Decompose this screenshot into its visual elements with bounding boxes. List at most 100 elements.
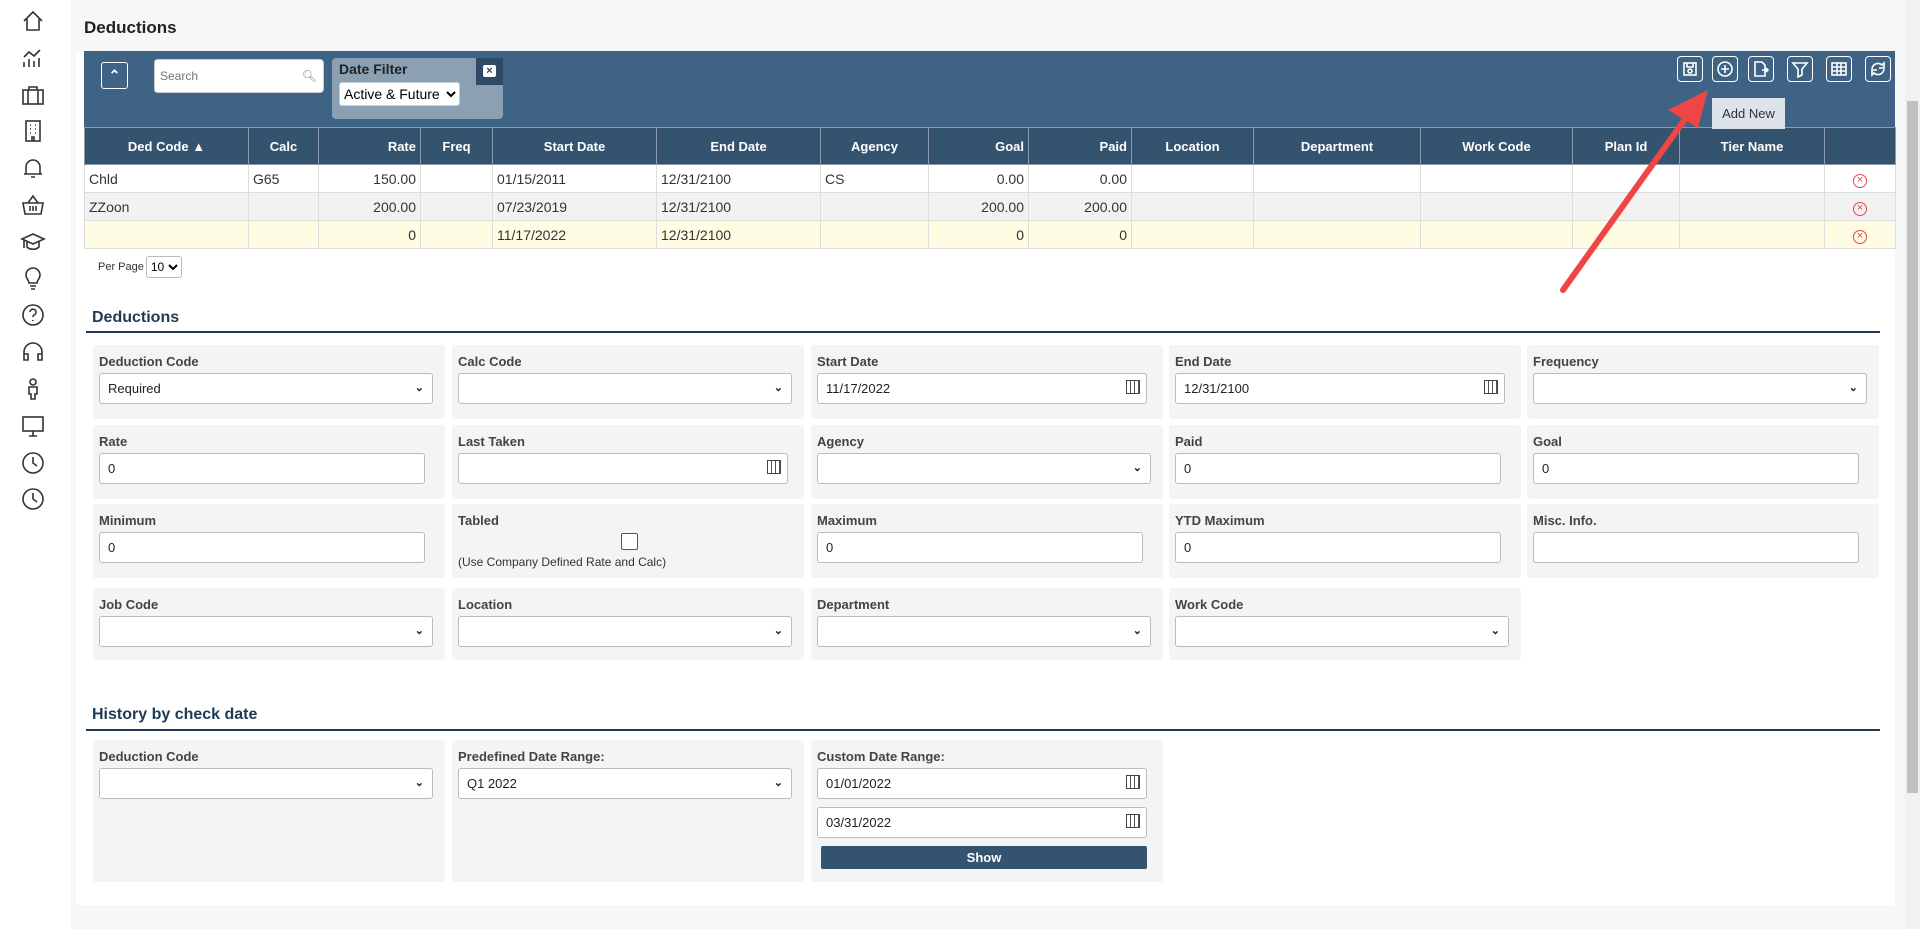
maximum-input[interactable]: 0 bbox=[817, 532, 1143, 563]
column-header[interactable]: Department bbox=[1253, 127, 1421, 165]
deductions-table: Ded Code ▲ Calc Rate Freq Start Date End Date… bbox=[84, 127, 1896, 249]
refresh-button[interactable] bbox=[1865, 56, 1891, 82]
column-header[interactable]: Goal bbox=[928, 127, 1029, 165]
search-input[interactable] bbox=[155, 60, 295, 92]
divider bbox=[86, 331, 1880, 333]
table-cell bbox=[1572, 192, 1680, 221]
column-header[interactable]: Work Code bbox=[1420, 127, 1573, 165]
paid-input[interactable]: 0 bbox=[1175, 453, 1501, 484]
show-button[interactable]: Show bbox=[821, 846, 1147, 869]
table-row[interactable]: ZZoon 200.00 07/23/2019 12/31/2100 200.00 200… bbox=[84, 192, 1896, 221]
clock-icon[interactable] bbox=[20, 486, 46, 512]
column-header[interactable]: Location bbox=[1131, 127, 1254, 165]
column-header[interactable] bbox=[1824, 127, 1896, 165]
last-taken-input[interactable] bbox=[458, 453, 788, 484]
field-label: Paid bbox=[1175, 434, 1203, 449]
calendar-icon[interactable] bbox=[1126, 380, 1140, 394]
table-cell: Chld bbox=[84, 164, 249, 193]
clock-icon[interactable] bbox=[20, 450, 46, 476]
misc-info-input[interactable] bbox=[1533, 532, 1859, 563]
column-header[interactable]: Paid bbox=[1028, 127, 1132, 165]
delete-row-button[interactable]: × bbox=[1824, 164, 1896, 193]
close-date-filter-button[interactable]: × bbox=[476, 58, 503, 85]
maximum-cell: Maximum 0 bbox=[811, 504, 1163, 578]
help-icon[interactable] bbox=[20, 302, 46, 328]
per-page-select[interactable]: 10 bbox=[145, 256, 182, 278]
deduction-code-select[interactable]: Required ⌄ bbox=[99, 373, 433, 404]
person-icon[interactable] bbox=[20, 376, 46, 402]
table-row[interactable]: Chld G65 150.00 01/15/2011 12/31/2100 CS 0.00 0… bbox=[84, 164, 1896, 193]
predefined-range-select[interactable]: Q1 2022 ⌄ bbox=[458, 768, 792, 799]
table-cell: 150.00 bbox=[318, 164, 421, 193]
briefcase-icon[interactable] bbox=[20, 82, 46, 108]
ytd-maximum-input[interactable]: 0 bbox=[1175, 532, 1501, 563]
columns-button[interactable] bbox=[1826, 56, 1852, 82]
save-icon bbox=[1683, 62, 1697, 76]
custom-from-date-input[interactable]: 01/01/2022 bbox=[817, 768, 1147, 799]
column-header[interactable]: Agency bbox=[820, 127, 929, 165]
ytd-maximum-cell: YTD Maximum 0 bbox=[1169, 504, 1521, 578]
column-header[interactable]: Start Date bbox=[492, 127, 657, 165]
chevron-down-icon: ⌄ bbox=[414, 777, 424, 789]
tabled-checkbox[interactable] bbox=[621, 533, 638, 550]
bell-icon[interactable] bbox=[20, 155, 46, 181]
calc-code-select[interactable]: ⌄ bbox=[458, 373, 792, 404]
lightbulb-icon[interactable] bbox=[20, 266, 46, 292]
collapse-button[interactable]: ⌃ bbox=[101, 62, 128, 89]
calendar-icon[interactable] bbox=[1126, 814, 1140, 828]
table-cell: 11/17/2022 bbox=[492, 220, 657, 249]
column-header[interactable]: Tier Name bbox=[1679, 127, 1825, 165]
column-header[interactable]: Rate bbox=[318, 127, 421, 165]
delete-row-button[interactable]: × bbox=[1824, 220, 1896, 249]
minimum-input[interactable]: 0 bbox=[99, 532, 425, 563]
help-icon bbox=[22, 304, 44, 327]
field-value: 0 bbox=[108, 540, 116, 555]
home-icon[interactable] bbox=[20, 8, 46, 34]
save-button[interactable] bbox=[1677, 56, 1703, 82]
rate-input[interactable]: 0 bbox=[99, 453, 425, 484]
column-header[interactable]: End Date bbox=[656, 127, 821, 165]
delete-icon: × bbox=[1853, 173, 1867, 188]
delete-row-button[interactable]: × bbox=[1824, 192, 1896, 221]
table-cell bbox=[1679, 192, 1825, 221]
building-icon bbox=[25, 120, 41, 143]
department-select[interactable]: ⌄ bbox=[817, 616, 1151, 647]
table-cell bbox=[1253, 220, 1421, 249]
add-new-button[interactable] bbox=[1712, 56, 1738, 82]
table-row[interactable]: 0 11/17/2022 12/31/2100 0 0 × bbox=[84, 220, 1896, 249]
date-filter-select[interactable]: Active & Future bbox=[339, 82, 460, 106]
agency-select[interactable]: ⌄ bbox=[817, 453, 1151, 484]
work-code-select[interactable]: ⌄ bbox=[1175, 616, 1509, 647]
calendar-icon[interactable] bbox=[1484, 380, 1498, 394]
history-deduction-code-select[interactable]: ⌄ bbox=[99, 768, 433, 799]
columns-icon bbox=[1831, 62, 1847, 76]
end-date-input[interactable]: 12/31/2100 bbox=[1175, 373, 1505, 404]
frequency-select[interactable]: ⌄ bbox=[1533, 373, 1867, 404]
export-button[interactable] bbox=[1748, 56, 1774, 82]
column-header[interactable]: Calc bbox=[248, 127, 319, 165]
column-header[interactable]: Ded Code ▲ bbox=[84, 127, 249, 165]
custom-to-date-input[interactable]: 03/31/2022 bbox=[817, 807, 1147, 838]
table-cell: 0 bbox=[928, 220, 1029, 249]
graduation-cap-icon[interactable] bbox=[20, 229, 46, 255]
basket-icon[interactable] bbox=[20, 192, 46, 218]
predefined-range-cell: Predefined Date Range: Q1 2022 ⌄ bbox=[452, 740, 804, 882]
headset-icon[interactable] bbox=[20, 339, 46, 365]
calendar-icon[interactable] bbox=[1126, 775, 1140, 789]
monitor-icon[interactable] bbox=[20, 413, 46, 439]
location-select[interactable]: ⌄ bbox=[458, 616, 792, 647]
field-value: 0 bbox=[108, 461, 116, 476]
job-code-select[interactable]: ⌄ bbox=[99, 616, 433, 647]
filter-button[interactable] bbox=[1787, 56, 1813, 82]
building-icon[interactable] bbox=[20, 118, 46, 144]
column-header[interactable]: Plan Id bbox=[1572, 127, 1680, 165]
column-header[interactable]: Freq bbox=[420, 127, 493, 165]
field-label: Department bbox=[817, 597, 890, 612]
start-date-input[interactable]: 11/17/2022 bbox=[817, 373, 1147, 404]
goal-input[interactable]: 0 bbox=[1533, 453, 1859, 484]
analytics-icon[interactable] bbox=[20, 45, 46, 71]
field-label: Maximum bbox=[817, 513, 877, 528]
scrollbar-thumb[interactable] bbox=[1907, 101, 1918, 793]
table-cell: 12/31/2100 bbox=[656, 164, 821, 193]
calendar-icon[interactable] bbox=[767, 460, 781, 474]
